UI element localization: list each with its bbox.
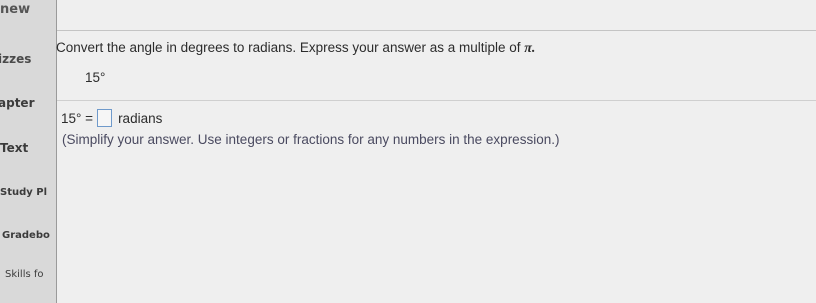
sidebar-nav: new izzes apter Text Study Pl Gradebo Sk…	[0, 0, 57, 303]
answer-units: radians	[118, 110, 163, 126]
answer-row: 15° = radians	[61, 108, 162, 128]
pi-symbol: π.	[524, 41, 536, 56]
sidebar-item-gradebook[interactable]: Gradebo	[2, 230, 50, 241]
sidebar-item-new[interactable]: new	[0, 2, 30, 17]
sidebar-item-text[interactable]: Text	[0, 141, 28, 155]
divider	[57, 30, 816, 31]
answer-lhs: 15° =	[61, 110, 94, 126]
given-angle: 15°	[85, 70, 106, 85]
sidebar-item-chapter[interactable]: apter	[0, 96, 34, 110]
sidebar-item-study-plan[interactable]: Study Pl	[0, 187, 47, 198]
sidebar-item-quizzes[interactable]: izzes	[0, 52, 31, 66]
divider	[57, 100, 816, 101]
question-prompt-text: Convert the angle in degrees to radians.…	[56, 40, 525, 55]
question-prompt: Convert the angle in degrees to radians.…	[56, 40, 535, 57]
sidebar-item-skills[interactable]: Skills fo	[5, 269, 44, 280]
answer-hint: (Simplify your answer. Use integers or f…	[62, 132, 560, 147]
question-pane: Convert the angle in degrees to radians.…	[56, 0, 816, 303]
answer-input[interactable]	[97, 109, 113, 127]
